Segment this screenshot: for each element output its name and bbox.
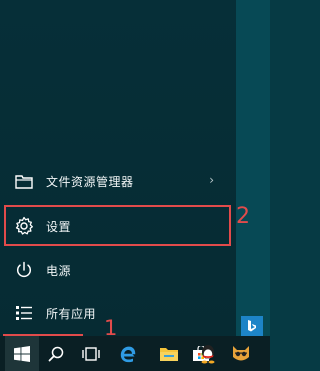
cat-icon xyxy=(233,345,249,360)
menu-item-label: 所有应用 xyxy=(46,306,97,321)
edge-icon xyxy=(120,346,136,362)
power-icon xyxy=(12,258,36,282)
folder-icon xyxy=(12,169,36,193)
search-icon xyxy=(48,346,64,361)
task-view-icon xyxy=(82,346,100,361)
menu-item-label: 文件资源管理器 xyxy=(46,174,134,189)
chevron-right-icon: › xyxy=(209,173,214,187)
menu-item-label: 电源 xyxy=(46,263,72,278)
live-tiles-strip xyxy=(236,0,270,336)
search-button[interactable] xyxy=(39,336,73,371)
task-view-button[interactable] xyxy=(77,336,105,371)
cat-app-button[interactable] xyxy=(228,336,254,371)
settings-highlight-box xyxy=(4,205,231,246)
list-icon xyxy=(12,301,36,325)
menu-item-all-apps[interactable]: 所有应用 xyxy=(0,293,236,333)
menu-item-file-explorer[interactable]: 文件资源管理器 › xyxy=(0,161,236,201)
edge-button[interactable] xyxy=(114,336,142,371)
qq-button[interactable] xyxy=(195,336,221,371)
annotation-number-two: 2 xyxy=(236,204,250,229)
taskbar xyxy=(0,336,270,371)
bing-tile[interactable] xyxy=(241,316,263,336)
bing-icon xyxy=(248,320,256,332)
start-button[interactable] xyxy=(5,336,39,371)
file-explorer-button[interactable] xyxy=(155,336,183,371)
windows-logo-icon xyxy=(14,345,30,362)
menu-item-power[interactable]: 电源 xyxy=(0,250,236,290)
file-explorer-icon xyxy=(160,347,178,361)
qq-icon xyxy=(201,344,215,363)
